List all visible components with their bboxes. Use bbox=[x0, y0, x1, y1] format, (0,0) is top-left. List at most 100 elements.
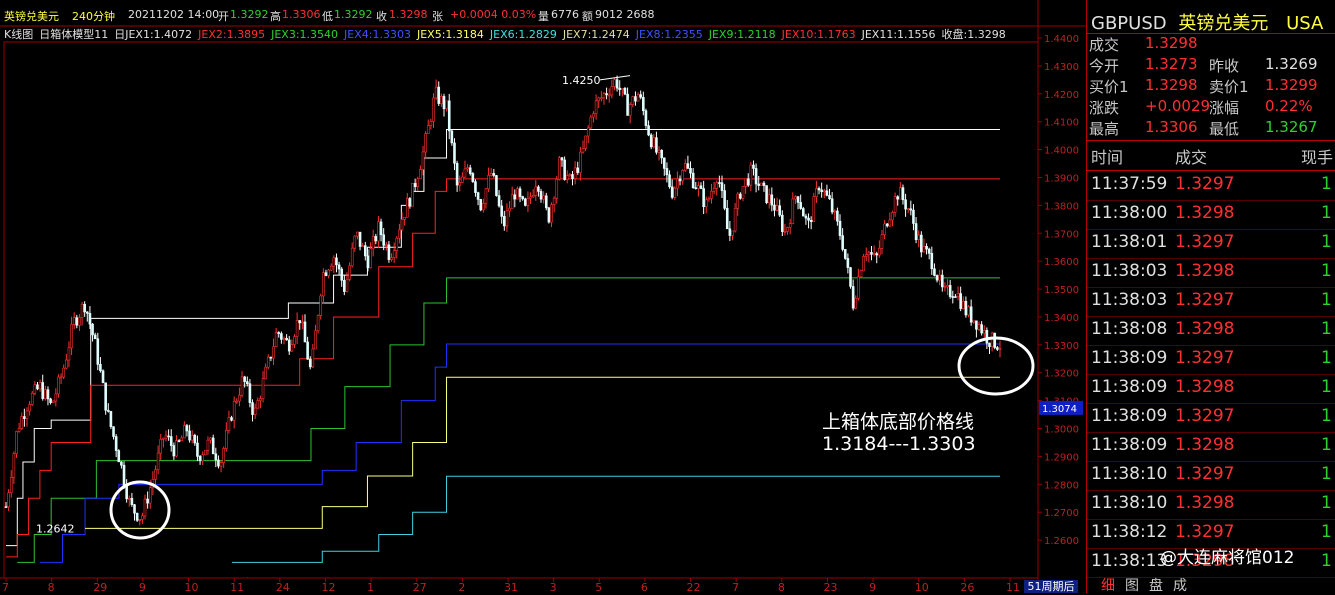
candle-body bbox=[843, 249, 847, 259]
bid-value: 1.3298 bbox=[1145, 76, 1198, 94]
candle-body bbox=[405, 198, 409, 218]
tick-row[interactable]: 11:38:03 1.3297 1 bbox=[1089, 288, 1333, 317]
tick-row[interactable]: 11:38:09 1.3298 1 bbox=[1089, 433, 1333, 462]
tick-volume: 1 bbox=[1321, 464, 1332, 484]
candle-body bbox=[990, 332, 994, 347]
candle-body bbox=[781, 214, 784, 232]
candle-body bbox=[88, 313, 92, 325]
tick-row[interactable]: 11:37:59 1.3297 1 bbox=[1089, 172, 1333, 201]
candle-body bbox=[413, 183, 417, 188]
candle-body bbox=[253, 407, 257, 415]
candle-body bbox=[891, 212, 894, 221]
tab-book[interactable]: 盘 bbox=[1145, 575, 1167, 595]
tick-row[interactable]: 11:38:10 1.3297 1 bbox=[1089, 462, 1333, 491]
candle-body bbox=[33, 384, 37, 394]
candle-body bbox=[293, 336, 296, 345]
candle-body bbox=[912, 209, 915, 224]
tick-row[interactable]: 11:38:09 1.3297 1 bbox=[1089, 404, 1333, 433]
candle-body bbox=[605, 93, 608, 96]
tick-row[interactable]: 11:38:08 1.3298 1 bbox=[1089, 317, 1333, 346]
candle-body bbox=[377, 221, 380, 242]
candle-body bbox=[754, 168, 758, 185]
box-model-label[interactable]: 日箱体模型11 bbox=[39, 28, 108, 41]
candle-body bbox=[613, 79, 616, 87]
tick-volume: 1 bbox=[1321, 377, 1332, 397]
tab-trades[interactable]: 成 bbox=[1169, 575, 1191, 595]
candle-body bbox=[135, 512, 139, 521]
candle-body bbox=[712, 187, 716, 192]
x-tick-label: 7 bbox=[732, 581, 739, 593]
candle-body bbox=[720, 182, 724, 191]
candle-body bbox=[801, 208, 805, 217]
candle-body bbox=[7, 492, 10, 508]
ticks-header-volume: 现手 bbox=[1301, 148, 1334, 167]
candle-body bbox=[482, 203, 485, 211]
candle-body bbox=[211, 437, 215, 455]
candle-body bbox=[733, 207, 737, 232]
tick-time: 11:38:10 bbox=[1091, 464, 1168, 484]
kline-label[interactable]: K线图 bbox=[4, 28, 33, 41]
tick-price: 1.3297 bbox=[1175, 348, 1235, 368]
candle-body bbox=[99, 364, 102, 372]
candle-body bbox=[988, 342, 991, 347]
plot-frame bbox=[3, 41, 1039, 579]
x-tick-label: 3 bbox=[550, 581, 557, 593]
candle-body bbox=[466, 167, 469, 170]
candle-body bbox=[757, 183, 761, 186]
kline-chart-canvas[interactable]: 1.4400 1.4300 1.4200 1.4100 1.4000 1.3900 1.38… bbox=[0, 0, 1086, 593]
candle-body bbox=[783, 231, 787, 233]
x-tick-label: 10 bbox=[185, 581, 199, 593]
candle-body bbox=[592, 113, 595, 118]
candle-body bbox=[607, 94, 611, 97]
candle-body bbox=[904, 199, 907, 210]
candle-body bbox=[285, 337, 288, 341]
x-tick-label: 8 bbox=[48, 581, 55, 593]
divider bbox=[1087, 170, 1335, 171]
tick-row[interactable]: 11:38:00 1.3298 1 bbox=[1089, 201, 1333, 230]
indicator-value-1: JEX2:1.3895 bbox=[198, 28, 266, 41]
candle-body bbox=[558, 157, 561, 180]
tab-chart[interactable]: 图 bbox=[1121, 575, 1143, 595]
candle-body bbox=[691, 172, 695, 189]
prev-close-label: 昨收 bbox=[1209, 57, 1240, 75]
tick-time: 11:38:09 bbox=[1091, 406, 1168, 426]
candle-body bbox=[878, 248, 881, 256]
candle-body bbox=[106, 409, 110, 412]
tab-detail[interactable]: 细 bbox=[1097, 575, 1119, 595]
candle-body bbox=[862, 256, 865, 272]
candle-body bbox=[419, 169, 422, 180]
ask-label: 卖价1 bbox=[1209, 78, 1249, 96]
y-tick-label: 1.2900 bbox=[1044, 452, 1079, 463]
candle-body bbox=[403, 216, 406, 220]
candle-body bbox=[424, 133, 427, 153]
candle-body bbox=[156, 452, 160, 470]
tick-row[interactable]: 11:38:09 1.3297 1 bbox=[1089, 346, 1333, 375]
y-tick-label: 1.3800 bbox=[1044, 201, 1079, 212]
candle-body bbox=[959, 293, 962, 309]
tick-row[interactable]: 11:38:09 1.3298 1 bbox=[1089, 375, 1333, 404]
y-tick-label: 1.3600 bbox=[1044, 257, 1079, 268]
candle-body bbox=[922, 245, 926, 253]
candle-body bbox=[665, 168, 669, 176]
candle-body bbox=[453, 142, 456, 164]
candle-body bbox=[642, 96, 645, 112]
indicator-bar[interactable]: K线图 日箱体模型11 日JEX1:1.4072 JEX2:1.3895 JEX3:1.… bbox=[0, 26, 1040, 42]
candle-body bbox=[72, 317, 76, 325]
candle-body bbox=[96, 338, 100, 365]
kline-chart-panel[interactable]: 1.4400 1.4300 1.4200 1.4100 1.4000 1.3900 1.38… bbox=[0, 0, 1294, 593]
candle-body bbox=[162, 437, 165, 440]
candle-body bbox=[298, 320, 302, 324]
tick-row[interactable]: 11:38:10 1.3298 1 bbox=[1089, 491, 1333, 520]
candle-body bbox=[875, 253, 879, 256]
tick-row[interactable]: 11:38:01 1.3297 1 bbox=[1089, 230, 1333, 259]
period-label[interactable]: 240分钟 bbox=[72, 8, 115, 24]
candle-body bbox=[707, 198, 711, 201]
y-tick-label: 1.3400 bbox=[1044, 313, 1079, 324]
indicator-value-6: JEX7:1.2474 bbox=[562, 28, 630, 41]
candle-body bbox=[521, 196, 524, 200]
tick-row[interactable]: 11:38:03 1.3298 1 bbox=[1089, 259, 1333, 288]
annotation-line2: 1.3184---1.3303 bbox=[822, 433, 976, 455]
candle-body bbox=[217, 459, 220, 467]
tick-time: 11:38:12 bbox=[1091, 522, 1168, 542]
candle-body bbox=[702, 188, 705, 208]
